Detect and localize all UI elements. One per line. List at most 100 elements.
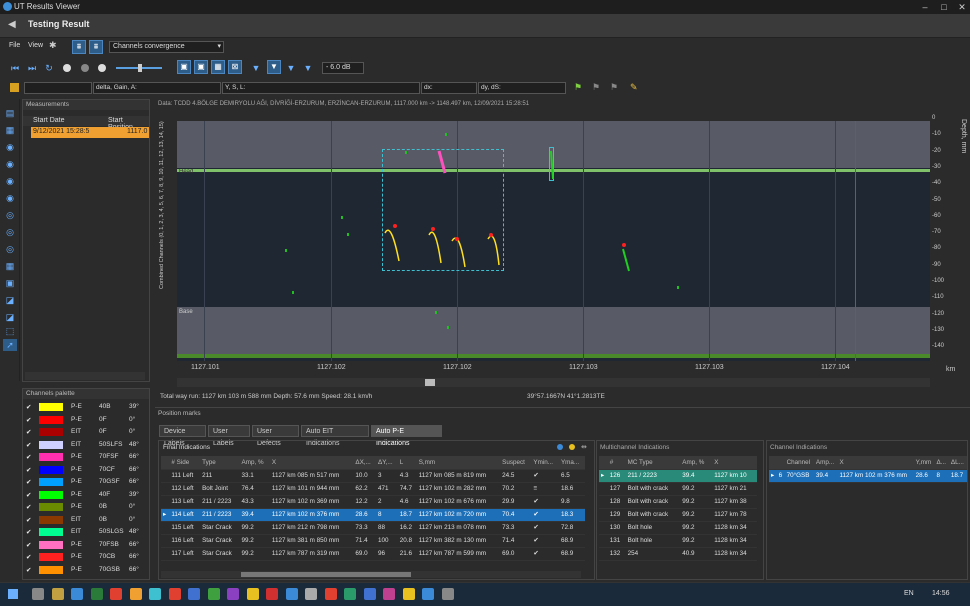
tab-user-defects[interactable]: User Defects [252, 425, 299, 447]
table-row[interactable]: 112 Left Bolt Joint 76.4 1127 km 101 m 944 … [161, 482, 585, 496]
column-header[interactable]: Amp... [813, 456, 838, 470]
table-row[interactable]: 131 Bolt hole 99.2 1128 km 34 [599, 534, 757, 548]
taskbar-app-icon[interactable] [32, 588, 44, 600]
palette-row[interactable]: ✔ P-E 70FSF 66° [25, 452, 149, 462]
column-header[interactable]: Suspect [500, 456, 532, 470]
palette-row[interactable]: ✔ P-E 70FSB 66° [25, 540, 149, 550]
taskbar-app-icon[interactable] [441, 588, 454, 600]
palette-row[interactable]: ✔ EIT 0B 0° [25, 515, 149, 525]
column-header[interactable]: Δ... [934, 456, 949, 470]
measurements-scrollbar[interactable] [25, 372, 145, 380]
palette-row[interactable]: ✔ P-E 40F 39° [25, 490, 149, 500]
tool-pointer-icon[interactable]: ➚ [3, 339, 17, 351]
table-row[interactable]: 128 Bolt with crack 99.2 1127 km 38 [599, 495, 757, 509]
taskbar-app-icon[interactable] [188, 588, 200, 600]
flag-green-icon[interactable]: ⚑ [574, 82, 582, 93]
checkbox-icon[interactable]: ✔ [26, 528, 31, 536]
measurement-row[interactable]: 9/12/2021 15:28:5 1117.0 [31, 127, 149, 138]
taskbar-app-icon[interactable] [422, 588, 434, 600]
tab-user-labels[interactable]: User Labels [208, 425, 250, 447]
palette-row[interactable]: ✔ P-E 0B 0° [25, 502, 149, 512]
language-indicator[interactable]: EN [904, 590, 914, 597]
tool-search-icon[interactable]: ◎ [3, 209, 17, 221]
checkbox-icon[interactable]: ✔ [26, 403, 31, 411]
table-row[interactable]: ▸ 126 211 / 2223 39.4 1127 km 10 [599, 469, 757, 483]
table-row[interactable]: 115 Left Star Crack 99.2 1127 km 212 m 798 … [161, 521, 585, 535]
start-icon[interactable] [8, 589, 18, 599]
dyds-field[interactable]: dy, dS: [478, 82, 566, 94]
delta-input[interactable] [24, 82, 92, 94]
checkbox-icon[interactable]: ✔ [26, 428, 31, 436]
tool-grid-icon[interactable]: ▦ [3, 124, 17, 136]
column-header[interactable]: L [397, 456, 417, 470]
column-header[interactable]: ΔL... [948, 456, 967, 470]
table-row[interactable]: 130 Bolt hole 99.2 1128 km 34 [599, 521, 757, 535]
palette-row[interactable]: ✔ P-E 70GSF 66° [25, 477, 149, 487]
palette-row[interactable]: ✔ P-E 0F 0° [25, 415, 149, 425]
table-row[interactable]: ▸ 114 Left 211 / 2223 39.4 1127 km 102 m 376… [161, 508, 585, 522]
back-arrow-icon[interactable]: ◀ [8, 19, 16, 30]
final-scrollbar[interactable] [161, 571, 581, 578]
taskbar-app-icon[interactable] [344, 588, 356, 600]
gain-select[interactable]: - 6.0 dB [322, 62, 364, 74]
checkbox-icon[interactable]: ✔ [26, 491, 31, 499]
view-mode-icon-2[interactable]: ▣ [194, 60, 208, 74]
checkbox-icon[interactable]: ✔ [26, 541, 31, 549]
cross-view-icon[interactable]: ⊠ [228, 60, 242, 74]
taskbar-app-icon[interactable] [168, 588, 181, 600]
tool-chart2-icon[interactable]: ◪ [3, 311, 17, 323]
table-row[interactable]: 132 254 40.9 1128 km 34 [599, 547, 757, 561]
tool-list-icon[interactable]: ▤ [3, 107, 17, 119]
taskbar-app-icon[interactable] [90, 588, 103, 600]
taskbar-app-icon[interactable] [71, 588, 83, 600]
tool-chart-icon[interactable]: ◪ [3, 294, 17, 306]
speed-slider-handle[interactable] [138, 64, 142, 72]
checkbox-icon[interactable]: ✔ [26, 516, 31, 524]
rail-view-left-icon[interactable]: ⩩ [72, 40, 86, 54]
final-scroll-thumb[interactable] [241, 572, 411, 577]
palette-row[interactable]: ✔ P-E 70GSB 66° [25, 565, 149, 575]
warning-icon[interactable] [569, 444, 575, 450]
column-header[interactable]: S,mm [416, 456, 501, 470]
delta-gain-field[interactable]: delta, Gain, A: [93, 82, 221, 94]
table-row[interactable]: ▸ 6 70°GSB 39.4 1127 km 102 m 376 mm 28.6 8 18.… [769, 469, 967, 483]
table-row[interactable]: 129 Bolt with crack 99.2 1127 km 78 [599, 508, 757, 522]
table-row[interactable]: 116 Left Star Crack 99.2 1127 km 381 m 850 … [161, 534, 585, 548]
flag-gray-2-icon[interactable]: ⚑ [610, 82, 618, 93]
column-header[interactable]: Y,mm [913, 456, 935, 470]
checkbox-icon[interactable]: ✔ [26, 566, 31, 574]
menu-view[interactable]: View [28, 42, 43, 49]
settings-gear-icon[interactable]: ✱ [49, 40, 57, 51]
table-row[interactable]: 117 Left Star Crack 99.2 1127 km 787 m 319 … [161, 547, 585, 561]
column-header[interactable]: X [712, 456, 757, 470]
checkbox-icon[interactable]: ✔ [26, 553, 31, 561]
tool-zoom3-icon[interactable]: ◉ [3, 175, 17, 187]
palette-row[interactable]: ✔ EIT 50SLFS 48° [25, 440, 149, 450]
ruler-icon[interactable] [10, 83, 19, 92]
tool-zoom-icon[interactable]: ◉ [3, 141, 17, 153]
view-mode-icon-1[interactable]: ▣ [177, 60, 191, 74]
taskbar-app-icon[interactable] [305, 588, 317, 600]
table-row[interactable]: 111 Left 211 33.1 1127 km 085 m 517 mm 10.0 3… [161, 469, 585, 483]
taskbar-app-icon[interactable] [285, 588, 298, 600]
plot-scroll-thumb[interactable] [425, 379, 435, 386]
tool-search3-icon[interactable]: ◎ [3, 243, 17, 255]
stop-icon[interactable] [98, 64, 106, 72]
tool-search2-icon[interactable]: ◎ [3, 226, 17, 238]
taskbar-app-icon[interactable] [207, 588, 220, 600]
close-icon[interactable]: ✕ [955, 1, 969, 13]
tool-zoom4-icon[interactable]: ◉ [3, 192, 17, 204]
taskbar-app-icon[interactable] [324, 588, 337, 600]
tool-layers-icon[interactable]: ▦ [3, 260, 17, 272]
taskbar-app-icon[interactable] [129, 588, 142, 600]
record-icon[interactable] [63, 64, 71, 72]
filter-icon-2[interactable]: ▼ [267, 60, 281, 74]
column-header[interactable]: Type [200, 456, 240, 470]
scan-plot[interactable]: Head Base [177, 121, 930, 361]
expand-icon[interactable]: ⇹ [581, 443, 587, 451]
minimize-icon[interactable]: – [918, 1, 932, 13]
maximize-icon[interactable]: □ [937, 1, 951, 13]
tool-zoom2-icon[interactable]: ◉ [3, 158, 17, 170]
column-header[interactable]: X [269, 456, 354, 470]
column-header[interactable]: ΔY,... [376, 456, 398, 470]
